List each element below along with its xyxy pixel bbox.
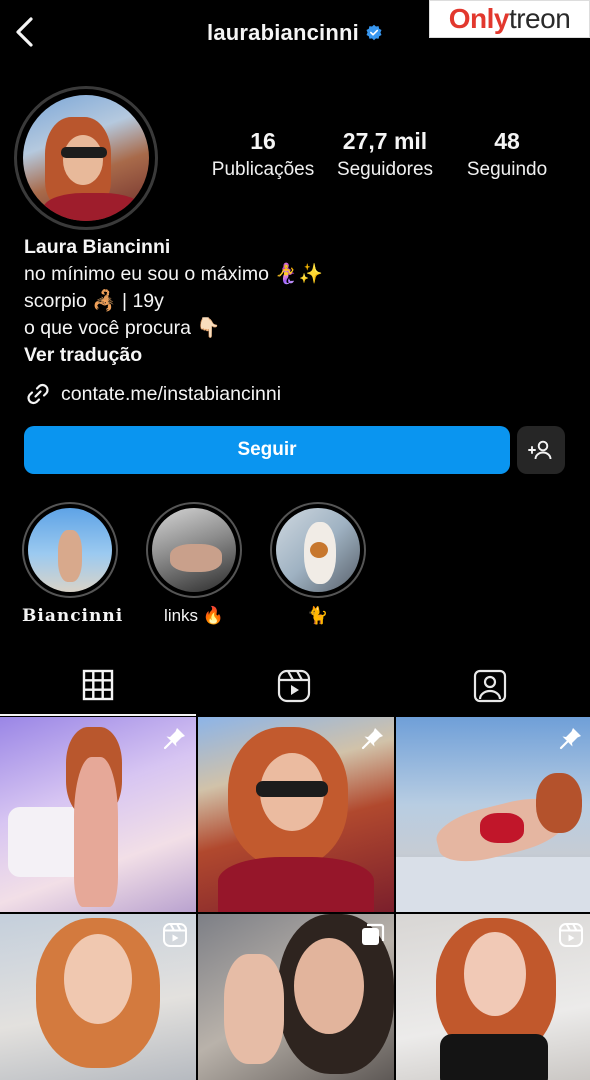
watermark-part-1: Only	[448, 3, 510, 34]
highlight-3-cover	[270, 502, 366, 598]
watermark-logo: Only treon	[429, 0, 590, 38]
highlight-1-label: 𝐁𝐢𝐚𝐧𝐜𝐢𝐧𝐧𝐢	[22, 606, 124, 626]
pin-icon	[559, 728, 581, 750]
stat-followers-label: Seguidores	[336, 159, 434, 180]
grid-icon	[82, 669, 114, 701]
post-tile-4[interactable]	[0, 914, 196, 1080]
post-6-top-shape	[440, 1034, 548, 1080]
stat-followers-value: 27,7 mil	[342, 128, 428, 154]
stat-posts-value: 16	[250, 128, 276, 154]
profile-avatar[interactable]	[14, 86, 158, 230]
bio-line-3: o que você procura 👇🏻	[24, 317, 221, 339]
reels-icon	[277, 669, 311, 703]
highlight-3-photo	[276, 508, 360, 592]
profile-bio: Laura Biancinni no mínimo eu sou o máxim…	[24, 234, 564, 369]
profile-link-text: contate.me/instabiancinni	[61, 382, 282, 405]
highlight-item-1[interactable]: 𝐁𝐢𝐚𝐧𝐜𝐢𝐧𝐧𝐢	[22, 502, 124, 626]
stat-following[interactable]: 48 Seguindo	[444, 128, 570, 181]
bio-line-1: no mínimo eu sou o máximo 🧜‍♀️✨	[24, 263, 323, 285]
username-text: laurabiancinni	[207, 20, 359, 45]
post-tile-6[interactable]	[396, 914, 590, 1080]
stat-following-label: Seguindo	[466, 159, 548, 180]
post-tile-3[interactable]	[396, 717, 590, 912]
post-2-top-shape	[218, 857, 374, 912]
highlight-1-cover	[22, 502, 118, 598]
watermark-part-2: treon	[508, 3, 571, 34]
translate-link[interactable]: Ver tradução	[24, 342, 564, 369]
post-6-face-shape	[464, 932, 526, 1016]
post-4-face-shape	[64, 934, 132, 1024]
tab-reels[interactable]	[196, 656, 392, 716]
pin-icon	[163, 728, 185, 750]
avatar-sunglasses-shape	[61, 147, 107, 158]
link-icon	[27, 383, 49, 405]
posts-grid	[0, 717, 590, 1080]
bio-line-2: scorpio 🦂 | 19y	[24, 290, 164, 312]
profile-link[interactable]: contate.me/instabiancinni	[24, 380, 281, 408]
highlight-item-2[interactable]: links 🔥	[146, 502, 242, 626]
highlight-2-photo	[152, 508, 236, 592]
profile-display-name: Laura Biancinni	[24, 236, 171, 258]
highlight-2-label: links 🔥	[164, 606, 224, 625]
post-tile-5[interactable]	[198, 914, 394, 1080]
highlight-item-3[interactable]: 🐈	[270, 502, 366, 626]
post-5-hand-shape	[224, 954, 284, 1064]
highlight-1-photo	[28, 508, 112, 592]
avatar-face-shape	[63, 135, 103, 185]
highlight-2-figure-shape	[170, 544, 222, 572]
tab-tagged[interactable]	[392, 656, 588, 716]
post-1-figure-shape	[74, 757, 118, 907]
post-3-swimsuit-shape	[480, 813, 524, 843]
follow-button[interactable]: Seguir	[24, 426, 510, 474]
suggest-accounts-button[interactable]	[517, 426, 565, 474]
post-tile-1[interactable]	[0, 717, 196, 912]
add-person-icon	[528, 440, 552, 460]
profile-stats: 16 Publicações 27,7 mil Seguidores 48 Se…	[200, 128, 570, 181]
stat-following-value: 48	[494, 128, 520, 154]
verified-badge-icon	[366, 24, 382, 41]
tab-grid[interactable]	[0, 656, 196, 716]
post-2-sunglasses-shape	[256, 781, 328, 797]
post-5-face-shape	[294, 938, 364, 1034]
tagged-icon	[473, 669, 507, 703]
post-3-hair-shape	[536, 773, 582, 833]
post-tile-2[interactable]	[198, 717, 394, 912]
reels-icon	[559, 923, 583, 947]
highlight-2-cover	[146, 502, 242, 598]
highlight-1-figure-shape	[58, 530, 82, 582]
pin-icon	[361, 728, 383, 750]
carousel-icon	[362, 923, 385, 945]
post-3-bed-shape	[396, 857, 590, 912]
highlight-3-label: 🐈	[307, 606, 329, 625]
reels-icon	[163, 923, 187, 947]
avatar-top-shape	[43, 193, 143, 221]
highlight-3-cat-patch-shape	[310, 542, 328, 558]
stat-posts[interactable]: 16 Publicações	[200, 128, 326, 181]
stat-followers[interactable]: 27,7 mil Seguidores	[326, 128, 444, 181]
profile-tabs	[0, 656, 590, 716]
stat-posts-label: Publicações	[211, 159, 315, 180]
avatar-photo	[23, 95, 149, 221]
